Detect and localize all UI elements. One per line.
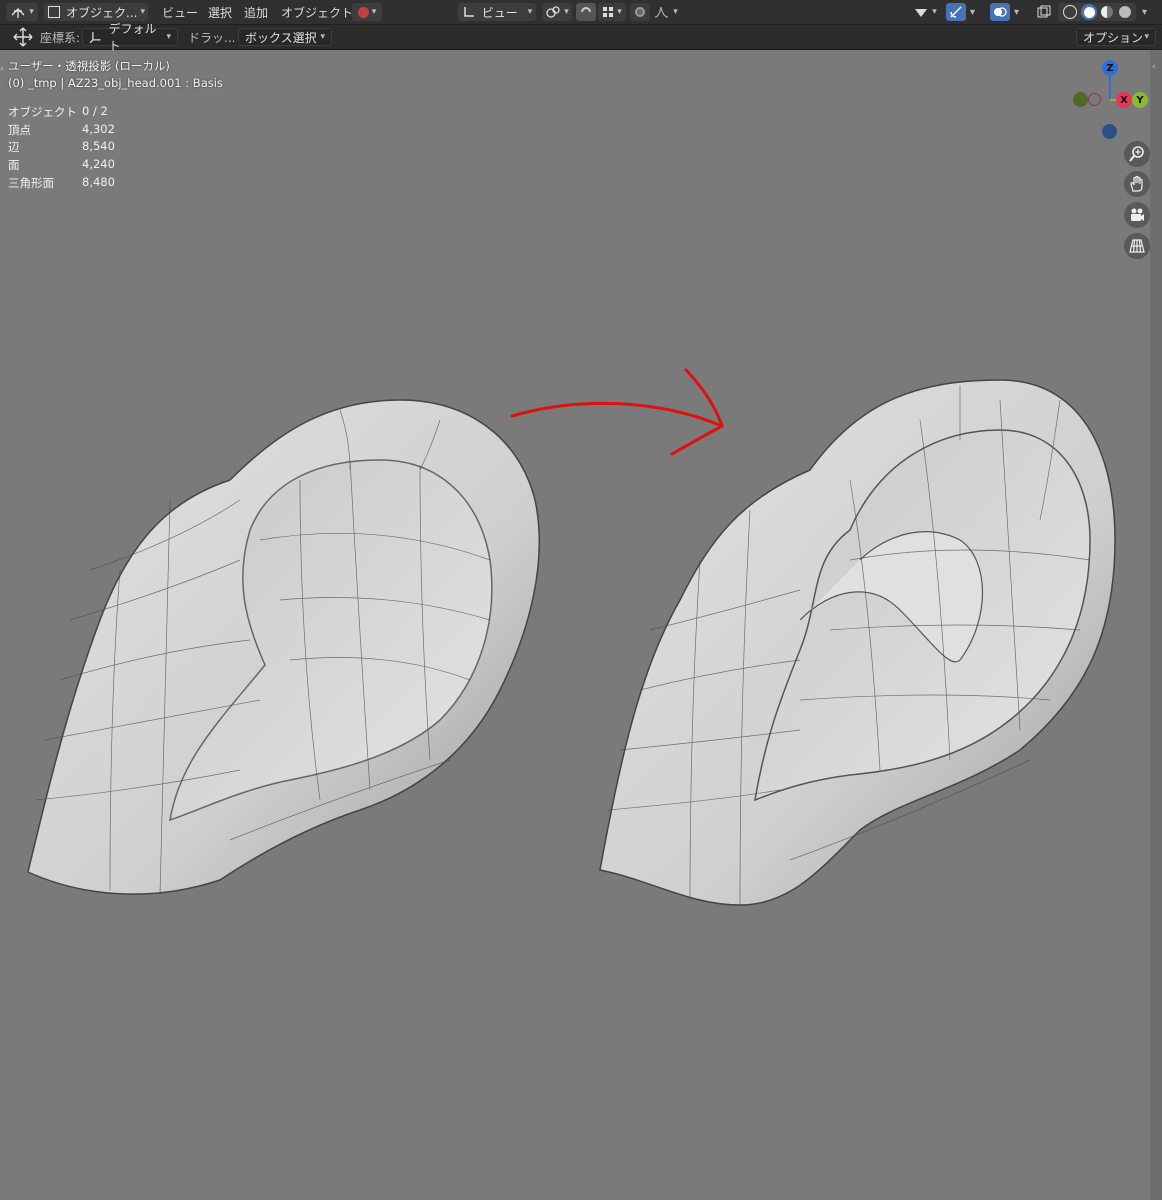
stat-label: 三角形面 — [8, 176, 54, 190]
rendered-shading-icon[interactable] — [1119, 6, 1131, 18]
pan-button[interactable] — [1124, 171, 1150, 197]
gizmo-neg-y-axis[interactable] — [1073, 92, 1088, 107]
falloff-button[interactable]: ▾ — [652, 3, 680, 21]
grid-perspective-icon — [1129, 239, 1145, 253]
drag-label: ドラッ... — [188, 30, 236, 45]
options-label: オプション — [1083, 30, 1144, 45]
transform-tool-icon[interactable] — [12, 25, 34, 49]
stat-value: 8,540 — [82, 139, 115, 153]
chevron-down-icon: ▾ — [29, 7, 34, 17]
menu-object[interactable]: オブジェクト — [281, 0, 353, 24]
sidebar-toggle[interactable]: ‹ — [1152, 62, 1160, 82]
xray-icon — [1037, 5, 1051, 18]
shape-key-button[interactable]: ▾ — [352, 3, 382, 21]
falloff-curve-icon — [655, 6, 669, 18]
zoom-icon — [1129, 146, 1144, 162]
chevron-down-icon[interactable]: ▾ — [1142, 0, 1147, 24]
drag-action-dropdown[interactable]: ボックス選択 ▾ — [238, 28, 332, 46]
selectability-icon — [915, 9, 928, 17]
proportional-edit-toggle[interactable] — [630, 3, 650, 21]
gizmo-neg-x-axis[interactable] — [1088, 93, 1101, 106]
toolbar-toggle[interactable]: › — [0, 64, 6, 80]
stat-value: 4,302 — [82, 122, 115, 136]
stat-label: 面 — [8, 158, 20, 172]
ear-model-after[interactable] — [599, 379, 1116, 906]
object-name: (0) _tmp | AZ23_obj_head.001 : Basis — [8, 76, 223, 90]
chevron-down-icon: ▾ — [617, 7, 622, 17]
pivot-icon — [546, 6, 560, 18]
sphere-icon — [357, 6, 369, 18]
tool-settings-bar: 座標系: デフォルト ▾ ドラッ... ボックス選択 ▾ オプション ▾ — [0, 22, 1162, 53]
mode-dropdown[interactable]: オブジェク... ▾ — [44, 3, 148, 21]
chevron-down-icon: ▾ — [371, 7, 377, 17]
chevron-down-icon: ▾ — [166, 32, 171, 42]
orientation-axes-icon — [89, 32, 101, 44]
orientation-label: ビュー — [481, 5, 518, 20]
chevron-down-icon: ▾ — [320, 32, 325, 42]
viewport-right-edge — [1150, 50, 1162, 1200]
snap-toggle[interactable] — [576, 3, 596, 21]
snap-target-button[interactable]: ▾ — [598, 3, 626, 21]
gizmo-toggle[interactable] — [946, 3, 966, 21]
gizmo-z-axis[interactable]: Z — [1102, 60, 1118, 76]
gizmo-icon — [950, 6, 962, 18]
mode-label: オブジェク... — [66, 5, 138, 20]
coord-value: デフォルト — [108, 22, 157, 53]
chevron-down-icon[interactable]: ▾ — [970, 0, 975, 24]
gizmo-x-axis[interactable]: X — [1116, 92, 1132, 108]
hand-icon — [1130, 175, 1143, 192]
chevron-down-icon: ▾ — [564, 7, 569, 17]
coord-label: 座標系: — [40, 30, 81, 45]
editor-type-button[interactable]: ▾ — [6, 3, 38, 21]
menu-add[interactable]: 追加 — [244, 0, 268, 24]
camera-icon — [1131, 208, 1144, 221]
arrow-annotation — [510, 368, 724, 456]
chevron-down-icon: ▾ — [140, 7, 145, 17]
navigation-gizmo[interactable]: Z X Y — [1068, 58, 1152, 142]
stat-label: 頂点 — [8, 123, 31, 137]
viewport-canvas — [27, 368, 1116, 906]
proportional-icon — [635, 7, 645, 17]
stat-value: 4,240 — [82, 157, 115, 171]
stat-label: オブジェクト — [8, 105, 77, 119]
menu-select[interactable]: 選択 — [208, 0, 232, 24]
view-name: ユーザー・透視投影 (ローカル) — [8, 59, 170, 73]
transform-orientation-dropdown[interactable]: ビュー ▾ — [458, 3, 536, 21]
material-shading-icon[interactable] — [1101, 6, 1113, 18]
stat-value: 8,480 — [82, 175, 115, 189]
menu-view[interactable]: ビュー — [162, 0, 198, 24]
coordinate-system-dropdown[interactable]: デフォルト ▾ — [82, 22, 178, 53]
editor-type-icon — [11, 8, 25, 18]
ear-model-before[interactable] — [27, 399, 540, 896]
chevron-down-icon: ▾ — [527, 7, 533, 17]
gizmo-y-axis[interactable]: Y — [1132, 92, 1148, 108]
xray-toggle[interactable] — [1034, 3, 1054, 21]
orientation-axes-icon — [463, 7, 474, 17]
viewport-header: ▾ オブジェク... ▾ ビュー 選択 追加 オブジェクト ▾ ビュー ▾ ▾ ▾ … — [0, 0, 1162, 25]
solid-shading-icon[interactable] — [1081, 4, 1097, 20]
shading-switch[interactable] — [1058, 3, 1136, 21]
visibility-button[interactable]: ▾ — [910, 3, 940, 21]
pivot-point-button[interactable]: ▾ — [542, 3, 572, 21]
camera-view-button[interactable] — [1124, 202, 1150, 228]
perspective-toggle-button[interactable] — [1124, 233, 1150, 259]
chevron-down-icon: ▾ — [1144, 32, 1149, 42]
zoom-button[interactable] — [1124, 141, 1150, 167]
chevron-down-icon[interactable]: ▾ — [1014, 0, 1019, 24]
chevron-down-icon: ▾ — [932, 7, 937, 17]
object-mode-icon — [48, 6, 60, 18]
gizmo-neg-z-axis[interactable] — [1102, 124, 1117, 139]
magnet-icon — [581, 7, 591, 13]
3d-viewport[interactable]: ‹ › — [0, 50, 1162, 1200]
overlays-icon — [994, 7, 1007, 17]
stat-label: 辺 — [8, 140, 20, 154]
chevron-down-icon: ▾ — [673, 7, 678, 17]
overlays-toggle[interactable] — [990, 3, 1010, 21]
stat-value: 0 / 2 — [82, 104, 108, 118]
options-dropdown[interactable]: オプション ▾ — [1076, 28, 1156, 46]
drag-value: ボックス選択 — [245, 30, 317, 45]
wireframe-shading-icon[interactable] — [1063, 5, 1077, 19]
grid-snap-icon — [603, 7, 614, 17]
